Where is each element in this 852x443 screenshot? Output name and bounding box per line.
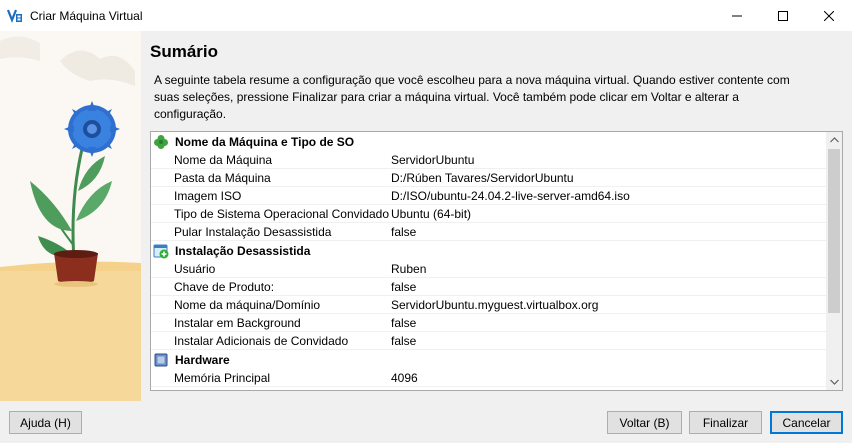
page-title: Sumário	[150, 42, 219, 61]
close-button[interactable]	[806, 0, 852, 31]
row-value: Ubuntu (64-bit)	[391, 206, 472, 221]
section-title: Instalação Desassistida	[175, 243, 311, 258]
row-value: D:/Rúben Tavares/ServidorUbuntu	[391, 170, 574, 185]
virtualbox-icon	[7, 8, 23, 24]
table-row[interactable]: Usuário Ruben	[151, 260, 827, 278]
vertical-scrollbar[interactable]	[826, 132, 842, 390]
table-row[interactable]: Nome da Máquina ServidorUbuntu	[151, 151, 827, 169]
wizard-illustration	[0, 31, 141, 401]
row-value: Ruben	[391, 261, 427, 276]
row-key: Imagem ISO	[174, 188, 242, 203]
section-unattended-install[interactable]: Instalação Desassistida	[151, 241, 827, 260]
wizard-page: Sumário A seguinte tabela resume a confi…	[141, 31, 852, 401]
section-hardware[interactable]: Hardware	[151, 350, 827, 369]
table-row[interactable]: Tipo de Sistema Operacional Convidado Ubu…	[151, 205, 827, 223]
table-row[interactable]: Instalar Adicionais de Convidado false	[151, 332, 827, 350]
row-key: Pasta da Máquina	[174, 170, 271, 185]
minimize-button[interactable]	[714, 0, 760, 31]
flower-pot-illustration	[0, 36, 141, 401]
button-bar: Ajuda (H) Voltar (B) Finalizar Cancelar	[0, 401, 852, 443]
table-row[interactable]: Imagem ISO D:/ISO/ubuntu-24.04.2-live-ser…	[151, 187, 827, 205]
table-row[interactable]: Chave de Produto: false	[151, 278, 827, 296]
row-value: false	[391, 333, 417, 348]
close-icon	[824, 10, 834, 21]
row-value: ServidorUbuntu.myguest.virtualbox.org	[391, 297, 599, 312]
row-value: false	[391, 224, 417, 239]
maximize-button[interactable]	[760, 0, 806, 31]
row-key: Nome da máquina/Domínio	[174, 297, 321, 312]
table-row[interactable]: Instalar em Background false	[151, 314, 827, 332]
maximize-icon	[778, 10, 788, 21]
clover-icon	[154, 134, 168, 149]
row-key: Chave de Produto:	[174, 279, 275, 294]
row-key: Memória Principal	[174, 370, 271, 385]
row-key: Nome da Máquina	[174, 152, 273, 167]
row-key: Instalar Adicionais de Convidado	[174, 333, 349, 348]
scroll-up-button[interactable]	[826, 132, 842, 148]
row-value: 4096	[391, 370, 418, 385]
row-value: D:/ISO/ubuntu-24.04.2-live-server-amd64.…	[391, 188, 630, 203]
chevron-down-icon	[829, 379, 839, 385]
row-value: ServidorUbuntu	[391, 152, 475, 167]
row-value: false	[391, 279, 417, 294]
row-key: Instalar em Background	[174, 315, 301, 330]
title-bar: Criar Máquina Virtual	[0, 0, 852, 31]
minimize-icon	[732, 15, 742, 16]
chip-icon	[154, 353, 168, 366]
chevron-up-icon	[829, 137, 839, 143]
scroll-down-button[interactable]	[826, 374, 842, 390]
scrollbar-thumb[interactable]	[828, 149, 840, 313]
window-title: Criar Máquina Virtual	[30, 9, 143, 23]
row-value: false	[391, 315, 417, 330]
table-row[interactable]: Pular Instalação Desassistida false	[151, 223, 827, 241]
row-key: Usuário	[174, 261, 216, 276]
section-title: Nome da Máquina e Tipo de SO	[175, 134, 355, 149]
back-button[interactable]: Voltar (B)	[607, 411, 682, 434]
page-description: A seguinte tabela resume a configuração …	[154, 73, 790, 121]
table-row[interactable]: Pasta da Máquina D:/Rúben Tavares/Servido…	[151, 169, 827, 187]
row-key: Pular Instalação Desassistida	[174, 224, 332, 239]
row-key: Tipo de Sistema Operacional Convidado	[174, 206, 390, 221]
summary-table[interactable]: Nome da Máquina e Tipo de SO Nome da Máq…	[150, 131, 843, 391]
section-machine-name-os[interactable]: Nome da Máquina e Tipo de SO	[151, 132, 827, 151]
table-row[interactable]: Nome da máquina/Domínio ServidorUbuntu.my…	[151, 296, 827, 314]
table-row[interactable]: Memória Principal 4096	[151, 369, 827, 387]
unattended-install-icon	[153, 244, 169, 258]
finish-button[interactable]: Finalizar	[689, 411, 762, 434]
summary-rows: Nome da Máquina e Tipo de SO Nome da Máq…	[151, 132, 827, 387]
cancel-button[interactable]: Cancelar	[770, 411, 843, 434]
help-button[interactable]: Ajuda (H)	[9, 411, 82, 434]
section-title: Hardware	[175, 352, 230, 367]
